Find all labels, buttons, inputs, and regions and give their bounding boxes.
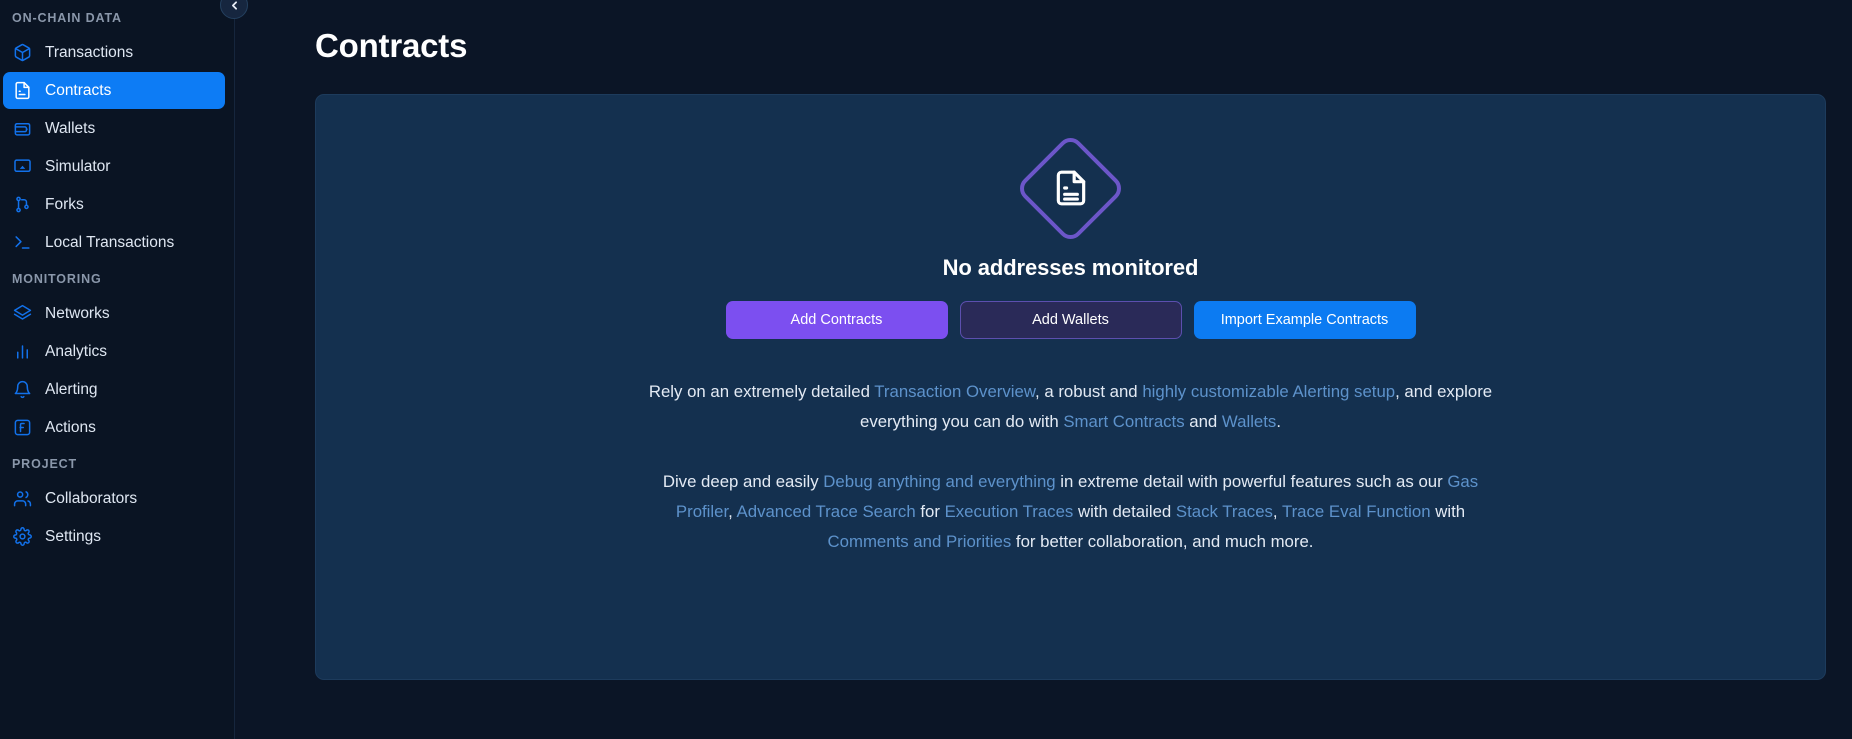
inline-text: Rely on an extremely detailed xyxy=(648,382,875,401)
document-icon xyxy=(1052,169,1090,207)
document-icon xyxy=(12,80,33,101)
inline-link[interactable]: Execution Traces xyxy=(945,502,1074,521)
sidebar-item-label: Analytics xyxy=(45,342,108,360)
inline-text: , a robust and xyxy=(1035,382,1143,401)
terminal-icon xyxy=(12,232,33,253)
inline-text: for better collaboration, and much more. xyxy=(1011,532,1314,551)
empty-state-title: No addresses monitored xyxy=(942,255,1199,280)
app-root: ON-CHAIN DATA Transactions Contracts Wallet… xyxy=(0,0,1852,739)
add-contracts-button[interactable]: Add Contracts xyxy=(725,301,948,339)
gear-icon xyxy=(12,526,33,547)
sidebar-item-label: Forks xyxy=(45,195,84,213)
add-wallets-button[interactable]: Add Wallets xyxy=(959,301,1182,339)
chevron-left-icon xyxy=(228,0,241,12)
page-title: Contracts xyxy=(315,27,468,64)
action-f-icon xyxy=(12,417,33,438)
inline-link[interactable]: Stack Traces xyxy=(1176,502,1273,521)
empty-state-badge xyxy=(1014,132,1127,244)
inline-text: Dive deep and easily xyxy=(662,472,824,491)
wallet-icon xyxy=(12,118,33,139)
bar-chart-icon xyxy=(12,341,33,362)
empty-state-actions: Add Contracts Add Wallets Import Example C… xyxy=(725,301,1416,339)
sidebar-item-alerting[interactable]: Alerting xyxy=(3,371,225,408)
inline-text: and xyxy=(1184,412,1222,431)
monitor-icon xyxy=(12,156,33,177)
sidebar-nav: ON-CHAIN DATA Transactions Contracts Wallet… xyxy=(0,10,234,555)
sidebar-section-label: PROJECT xyxy=(12,457,77,471)
sidebar-item-label: Collaborators xyxy=(45,489,138,507)
import-example-contracts-button[interactable]: Import Example Contracts xyxy=(1193,301,1416,339)
inline-link[interactable]: highly customizable Alerting setup xyxy=(1142,382,1395,401)
sidebar-item-networks[interactable]: Networks xyxy=(3,295,225,332)
inline-link[interactable]: Transaction Overview xyxy=(874,382,1035,401)
sidebar-item-settings[interactable]: Settings xyxy=(3,518,225,555)
inline-text: for xyxy=(915,502,945,521)
sidebar-section-label: ON-CHAIN DATA xyxy=(12,11,122,25)
sidebar-item-collaborators[interactable]: Collaborators xyxy=(3,480,225,517)
layers-icon xyxy=(12,303,33,324)
sidebar-item-label: Simulator xyxy=(45,157,111,175)
sidebar-item-actions[interactable]: Actions xyxy=(3,409,225,446)
sidebar-item-label: Alerting xyxy=(45,380,98,398)
sidebar-item-forks[interactable]: Forks xyxy=(3,186,225,223)
description-paragraph-2: Dive deep and easily Debug anything and … xyxy=(643,467,1498,557)
sidebar-item-contracts[interactable]: Contracts xyxy=(3,72,225,109)
sidebar-item-label: Actions xyxy=(45,418,96,436)
inline-text: , xyxy=(728,502,737,521)
sidebar-item-label: Contracts xyxy=(45,81,112,99)
bell-icon xyxy=(12,379,33,400)
sidebar-section-label: MONITORING xyxy=(12,272,102,286)
inline-link[interactable]: Debug anything and everything xyxy=(823,472,1055,491)
inline-link[interactable]: Wallets xyxy=(1222,412,1276,431)
cube-icon xyxy=(12,42,33,63)
inline-link[interactable]: Trace Eval Function xyxy=(1282,502,1431,521)
sidebar-item-label: Local Transactions xyxy=(45,233,175,251)
sidebar-item-label: Settings xyxy=(45,527,102,545)
sidebar-item-transactions[interactable]: Transactions xyxy=(3,34,225,71)
inline-link[interactable]: Advanced Trace Search xyxy=(737,502,916,521)
sidebar-item-label: Wallets xyxy=(45,119,96,137)
inline-text: , xyxy=(1272,502,1282,521)
inline-text: . xyxy=(1276,412,1281,431)
empty-state-panel: No addresses monitored Add Contracts Add … xyxy=(315,94,1826,680)
users-icon xyxy=(12,488,33,509)
sidebar-item-label: Networks xyxy=(45,304,110,322)
sidebar-item-analytics[interactable]: Analytics xyxy=(3,333,225,370)
inline-link[interactable]: Comments and Priorities xyxy=(828,532,1012,551)
inline-text: with detailed xyxy=(1073,502,1176,521)
inline-link[interactable]: Smart Contracts xyxy=(1063,412,1184,431)
sidebar-item-label: Transactions xyxy=(45,43,134,61)
inline-text: in extreme detail with powerful features… xyxy=(1055,472,1448,491)
sidebar: ON-CHAIN DATA Transactions Contracts Wallet… xyxy=(0,0,248,739)
inline-text: with xyxy=(1430,502,1466,521)
description-paragraph-1: Rely on an extremely detailed Transactio… xyxy=(643,377,1498,437)
sidebar-item-wallets[interactable]: Wallets xyxy=(3,110,225,147)
fork-icon xyxy=(12,194,33,215)
main-content: Contracts No addresses monitored Add Con… xyxy=(235,0,1852,739)
sidebar-item-local-transactions[interactable]: Local Transactions xyxy=(3,224,225,261)
sidebar-item-simulator[interactable]: Simulator xyxy=(3,148,225,185)
